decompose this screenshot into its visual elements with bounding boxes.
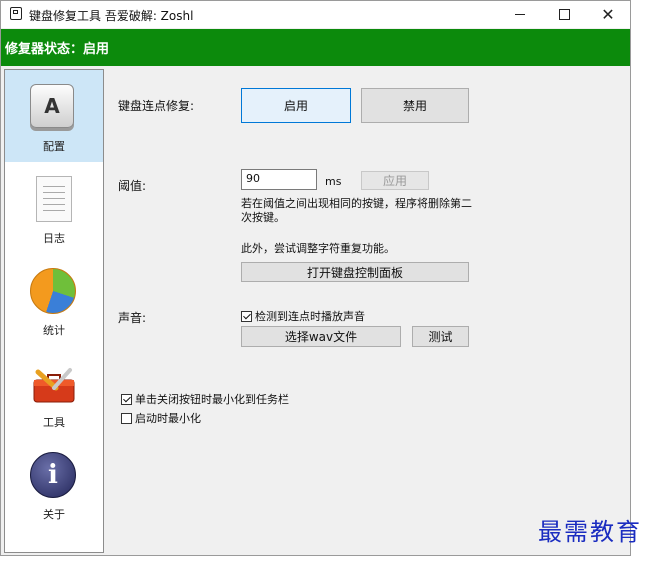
close-button[interactable]: ✕ — [586, 1, 630, 28]
checkbox-unchecked-icon — [121, 412, 132, 424]
chatter-fix-label: 键盘连点修复: — [118, 99, 195, 113]
app-icon — [10, 7, 22, 20]
minimize-on-close-label: 单击关闭按钮时最小化到任务栏 — [135, 393, 289, 406]
title-bar: 键盘修复工具 吾爱破解: Zoshl ✕ — [1, 1, 630, 28]
sidebar-item-label: 配置 — [43, 140, 65, 153]
start-minimized-label: 启动时最小化 — [135, 412, 201, 425]
sidebar-item-label: 关于 — [43, 508, 65, 521]
keyboard-key-icon: A — [30, 84, 78, 132]
threshold-unit: ms — [325, 175, 342, 188]
threshold-input[interactable]: 90 — [241, 169, 317, 190]
minimize-icon — [515, 14, 525, 15]
close-icon: ✕ — [601, 5, 615, 24]
start-minimized-checkbox[interactable]: 启动时最小化 — [121, 410, 201, 426]
window-title: 键盘修复工具 吾爱破解: Zoshl — [29, 9, 194, 23]
maximize-icon — [558, 9, 570, 20]
app-window: 键盘修复工具 吾爱破解: Zoshl ✕ 修复器状态：启用 A 配置 日志 统计… — [0, 0, 631, 556]
choose-wav-button[interactable]: 选择wav文件 — [241, 326, 401, 347]
repeat-note: 此外，尝试调整字符重复功能。 — [241, 242, 395, 255]
threshold-label: 阈值: — [118, 179, 147, 193]
open-keyboard-panel-button[interactable]: 打开键盘控制面板 — [241, 262, 469, 282]
toolbox-icon — [30, 360, 78, 408]
sidebar-item-tools[interactable]: 工具 — [5, 346, 103, 438]
disable-button[interactable]: 禁用 — [361, 88, 469, 123]
play-sound-checkbox[interactable]: 检测到连点时播放声音 — [241, 308, 365, 324]
pie-chart-icon — [30, 268, 78, 316]
play-sound-label: 检测到连点时播放声音 — [255, 310, 365, 323]
minimize-on-close-checkbox[interactable]: 单击关闭按钮时最小化到任务栏 — [121, 391, 289, 407]
sound-label: 声音: — [118, 311, 147, 325]
sidebar-item-about[interactable]: i 关于 — [5, 438, 103, 530]
info-icon: i — [30, 452, 78, 500]
checkbox-checked-icon — [241, 310, 252, 322]
sidebar: A 配置 日志 统计 工具 i 关于 — [4, 69, 104, 553]
sidebar-item-label: 日志 — [43, 232, 65, 245]
enable-button[interactable]: 启用 — [241, 88, 351, 123]
status-text: 修复器状态：启用 — [5, 42, 110, 57]
test-sound-button[interactable]: 测试 — [412, 326, 469, 347]
status-bar: 修复器状态：启用 — [1, 29, 630, 66]
minimize-button[interactable] — [498, 1, 542, 28]
maximize-button[interactable] — [542, 1, 586, 28]
apply-button[interactable]: 应用 — [361, 171, 429, 190]
sidebar-item-label: 统计 — [43, 324, 65, 337]
checkbox-checked-icon — [121, 393, 132, 405]
sidebar-item-label: 工具 — [43, 416, 65, 429]
sidebar-item-stats[interactable]: 统计 — [5, 254, 103, 346]
sidebar-item-config[interactable]: A 配置 — [5, 70, 103, 162]
watermark: 最需教育 — [538, 518, 642, 546]
threshold-description: 若在阈值之间出现相同的按键，程序将删除第二次按键。 — [241, 197, 472, 224]
sidebar-item-log[interactable]: 日志 — [5, 162, 103, 254]
document-icon — [30, 176, 78, 224]
